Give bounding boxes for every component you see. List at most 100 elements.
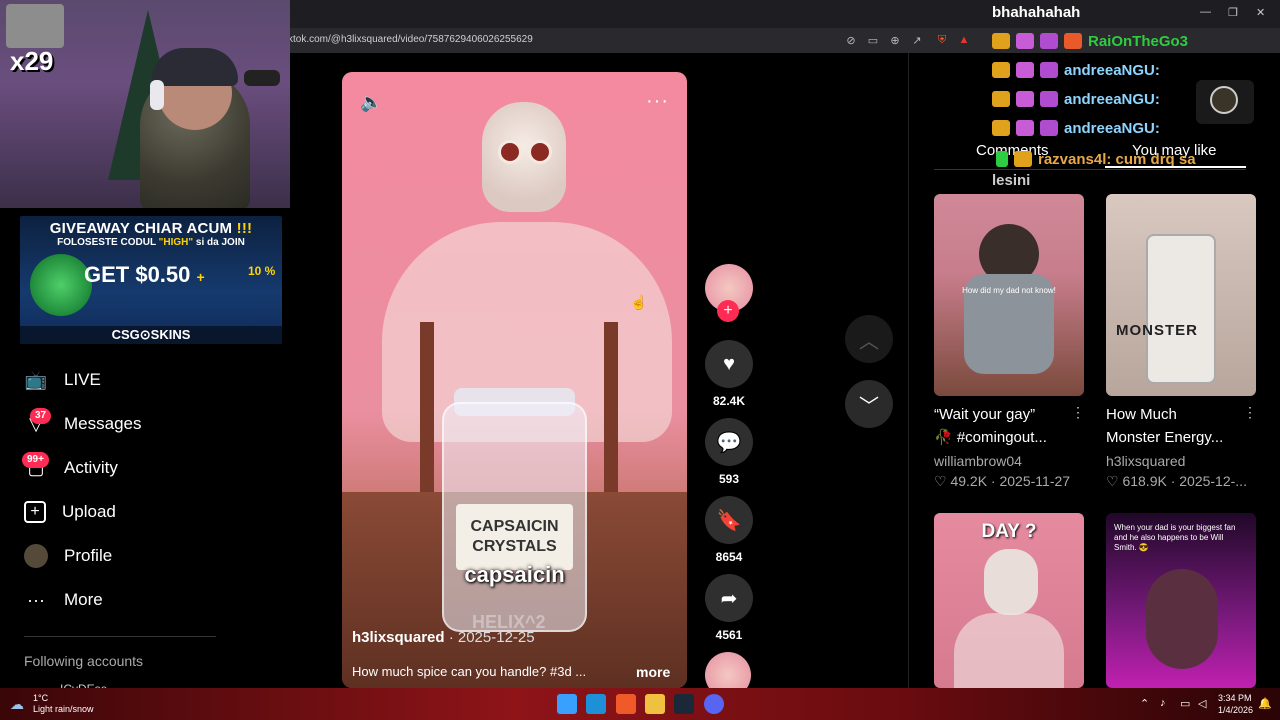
stream-title: bhahahahah [992,4,1081,21]
chat-username[interactable]: andreeaNGU: [1064,62,1160,79]
card-title[interactable]: “Wait your gay” [934,403,1084,426]
steam-icon[interactable] [674,694,694,714]
previous-video-button[interactable]: ︿ [845,315,893,363]
chat-line: andreeaNGU: [992,87,1160,111]
jar-label-line: CRYSTALS [472,538,557,555]
sidebar-item-more[interactable]: ··· More [24,585,103,615]
minimize-icon[interactable]: — [1200,6,1211,18]
save-button[interactable]: 🔖 [705,496,753,544]
microphone [244,70,280,86]
giveaway-title: GIVEAWAY CHIAR ACUM !!! [20,220,282,237]
chat-message-cont: lesini [992,172,1031,189]
follow-plus-icon[interactable]: + [717,300,739,322]
partner-badge-icon [1064,33,1082,49]
card-author[interactable]: williambrow04 [934,453,1022,469]
chat-username-text[interactable]: razvans4l: [1038,151,1111,168]
comment-button[interactable]: 💬 [705,418,753,466]
giveaway-percent: 10 % [248,264,276,278]
reader-icon[interactable]: ⊘ [842,31,860,49]
share-icon[interactable]: ↗ [908,31,926,49]
maximize-icon[interactable]: ❐ [1228,6,1238,19]
task-view-icon[interactable] [586,694,606,714]
volume-icon[interactable]: 🔈 [360,92,382,113]
sidebar-divider [24,636,216,637]
heart-icon: ♥ [723,352,735,375]
gift-badge-icon [1040,120,1058,136]
brave-browser-icon[interactable] [616,694,636,714]
thumb-face [1146,569,1218,669]
chat-username[interactable]: RaiOnTheGo3 [1088,33,1188,50]
video-caption: capsaicin [464,562,565,587]
video-card-thumbnail[interactable]: DAY ? [934,513,1084,688]
chat-message: cum drq sa [1115,150,1196,168]
giveaway-plus: + [196,269,205,285]
like-button[interactable]: ♥ [705,340,753,388]
close-icon[interactable]: ✕ [1256,6,1265,19]
tray-chevron-icon[interactable]: ⌃ [1140,697,1149,710]
jar-label: CAPSAICIN CRYSTALS [456,504,573,570]
weather-cloud-icon[interactable]: ☁ [10,696,24,713]
more-dots-icon: ··· [27,589,45,610]
video-player[interactable]: CAPSAICIN CRYSTALS capsaicin HELIX^2 🔈 ·… [342,72,687,688]
speaker-icon[interactable]: ◁ [1198,697,1206,710]
brave-shield-icon[interactable]: ⛨ [933,31,951,49]
clock-date[interactable]: 1/4/2026 [1218,705,1253,715]
video-description: How much spice can you handle? #3d ... [352,664,587,679]
url-text[interactable]: ktok.com/@h3lixsquared/video/75876294060… [288,34,533,45]
video-card-thumbnail[interactable]: When your dad is your biggest fan and he… [1106,513,1256,688]
sidebar-item-profile[interactable]: Profile [24,541,112,571]
notification-icon[interactable]: 🔔 [1258,697,1272,710]
skull-eye [528,140,552,164]
next-video-button[interactable]: ﹀ [845,380,893,428]
skull-eye [498,140,522,164]
rewards-icon[interactable]: ▲ [955,31,973,49]
giveaway-mascot [30,254,92,316]
card-author[interactable]: h3lixsquared [1106,453,1185,469]
chat-username[interactable]: razvans4l: cum drq sa [1038,151,1196,168]
zoom-icon[interactable]: ⊕ [886,31,904,49]
headphone [150,80,164,110]
author-name[interactable]: h3lixsquared [352,629,445,646]
discord-icon[interactable] [704,694,724,714]
card-likes: ♡ 49.2K [934,473,988,489]
card-title[interactable]: How Much [1106,403,1256,426]
more-link[interactable]: more [636,664,670,680]
video-card-thumbnail[interactable]: How did my dad not know! [934,194,1084,396]
sub-badge-icon [1016,91,1034,107]
crown-badge-icon [992,33,1010,49]
card-more-icon[interactable]: ⋮ [1071,404,1085,421]
giveaway-banner: GIVEAWAY CHIAR ACUM !!! FOLOSESTE CODUL … [20,216,282,344]
giveaway-amount: GET $0.50 [84,262,191,287]
chevron-down-icon: ﹀ [859,395,879,418]
user-avatar[interactable] [1210,86,1238,114]
card-likes: ♡ 618.9K [1106,473,1167,489]
file-explorer-icon[interactable] [645,694,665,714]
chat-line: andreeaNGU: [992,116,1160,140]
comment-icon: 💬 [716,431,742,454]
card-more-icon[interactable]: ⋮ [1243,404,1257,421]
video-card-thumbnail[interactable]: MONSTER [1106,194,1256,396]
share-button[interactable]: ➦ [705,574,753,622]
chat-username[interactable]: andreeaNGU: [1064,91,1160,108]
video-author[interactable]: h3lixsquared · 2025-12-25 [352,629,535,646]
network-icon[interactable]: ▭ [1180,697,1190,710]
gift-avatar [6,4,64,48]
clock-time[interactable]: 3:34 PM [1218,693,1252,703]
more-options-icon[interactable]: ··· [646,90,669,113]
chair-leg [604,322,618,502]
start-windows-icon[interactable] [557,694,577,714]
sub-badge-icon [996,151,1008,167]
weather-desc[interactable]: Light rain/snow [33,704,94,714]
sidebar-item-label: Activity [64,458,118,477]
sidebar-item-label: Profile [64,546,113,565]
thumb-overlay-text: MONSTER [1116,322,1198,339]
screen-icon[interactable]: ▭ [864,31,882,49]
sidebar-item-live[interactable]: 📺 LIVE [24,365,101,395]
sidebar-item-upload[interactable]: + Upload [24,497,116,527]
card-title-line2[interactable]: Monster Energy... [1106,426,1256,449]
volume-tray-icon[interactable]: ♪ [1160,697,1166,709]
chat-username[interactable]: andreeaNGU: [1064,120,1160,137]
card-title-line2[interactable]: 🥀 #comingout... [934,426,1084,449]
messages-badge: 37 [30,408,52,424]
weather-temp[interactable]: 1°C [33,693,48,703]
